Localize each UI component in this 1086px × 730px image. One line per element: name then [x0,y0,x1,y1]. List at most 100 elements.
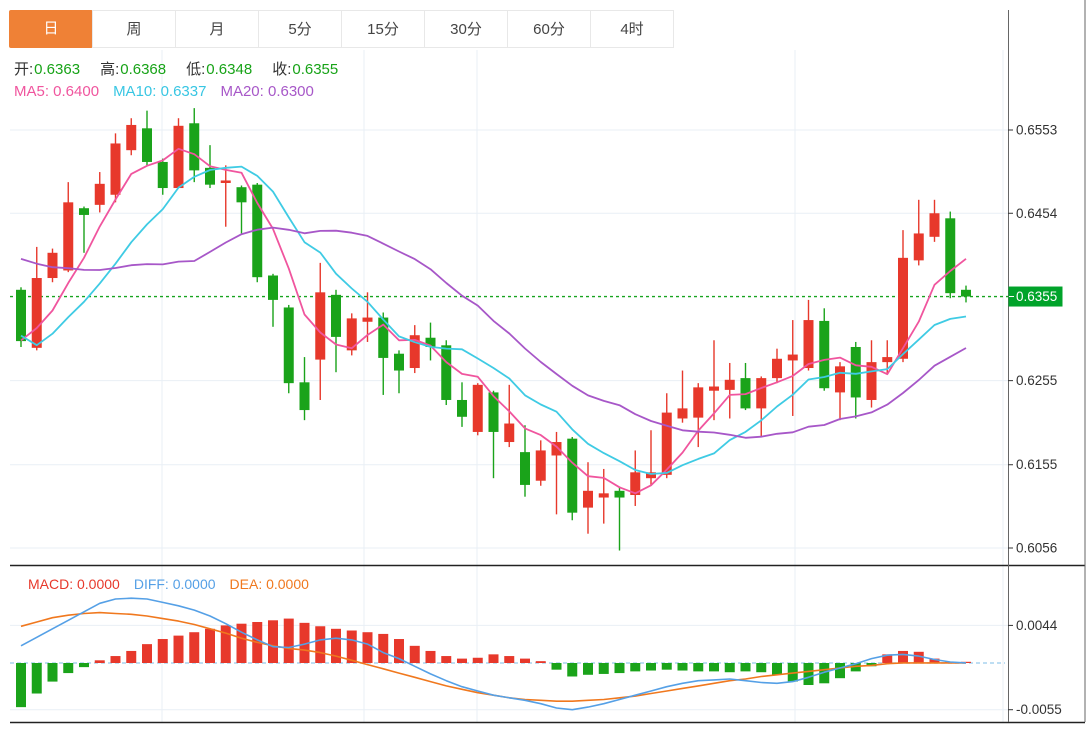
candle-body [709,387,719,391]
tab-month[interactable]: 月 [175,10,259,48]
tab-60min[interactable]: 60分 [507,10,591,48]
candle-body [520,452,530,485]
macd-readout: MACD: 0.0000 DIFF: 0.0000 DEA: 0.0000 [28,576,323,592]
macd-bar [678,663,688,671]
candle-body [48,253,58,278]
tab-15min[interactable]: 15分 [341,10,425,48]
macd-bar [552,663,562,670]
candle-body [126,125,136,150]
price-tick-label: 0.6255 [1016,373,1057,388]
candle-body [174,126,184,188]
macd-bar [221,625,231,663]
macd-bar [741,663,751,671]
candle-body [63,202,73,270]
macd-bar [189,632,199,663]
macd-bar [347,631,357,663]
tab-week[interactable]: 周 [92,10,176,48]
macd-bar [473,658,483,663]
candle-body [158,162,168,188]
ohlc-open: 开:0.6363 [14,61,86,78]
candle-body [142,128,152,162]
tab-30min[interactable]: 30分 [424,10,508,48]
price-tick-label: 0.6553 [1016,123,1057,138]
candle-body [945,218,955,293]
macd-bar [268,620,278,663]
macd-bar [520,659,530,663]
macd-bar [725,663,735,672]
candle-body [79,208,89,215]
period-tabs: 日周月5分15分30分60分4时 [10,10,674,48]
macd-bar [804,663,814,685]
macd-bar [567,663,577,676]
candle-body [882,357,892,362]
candle-body [536,450,546,480]
macd-bar [95,660,105,663]
macd-bar [126,651,136,663]
candle-body [441,345,451,400]
candle-body [599,493,609,497]
macd-bar [583,663,593,675]
ma20-readout: MA20: 0.6300 [220,83,313,100]
macd-bar [898,651,908,663]
macd-bar [32,663,42,694]
macd-bar [363,632,373,663]
macd-bar [693,663,703,671]
macd-tick-label: -0.0055 [1016,702,1062,717]
macd-bar [63,663,73,673]
candle-body [567,439,577,513]
macd-bar [536,661,546,663]
macd-readout: MACD: 0.0000 [28,576,120,592]
macd-bar [630,663,640,671]
macd-bar [457,659,467,663]
candle-body [237,187,247,202]
candle-body [504,424,514,443]
macd-bar [599,663,609,674]
tab-5min[interactable]: 5分 [258,10,342,48]
macd-bar [662,663,672,670]
candle-body [930,213,940,237]
ma-readout: MA5: 0.6400MA10: 0.6337MA20: 0.6300 [14,83,328,100]
macd-bar [331,629,341,663]
dea-readout: DEA: 0.0000 [230,576,309,592]
candle-body [315,292,325,359]
macd-bar [756,663,766,672]
macd-bar [205,629,215,663]
candle-body [583,491,593,508]
ohlc-readout: 开:0.6363高:0.6368低:0.6348收:0.6355 [14,58,358,79]
macd-bar [410,646,420,663]
candle-body [678,408,688,418]
candle-body [788,355,798,361]
candle-body [693,387,703,417]
candle-body [473,385,483,432]
macd-bar [79,663,89,667]
ohlc-close: 收:0.6355 [272,61,344,78]
tab-day[interactable]: 日 [9,10,93,48]
macd-bar [111,656,121,663]
candle-body [300,382,310,410]
price-tick-label: 0.6155 [1016,457,1057,472]
macd-bar [16,663,26,707]
ma5-readout: MA5: 0.6400 [14,83,99,100]
tab-4hour[interactable]: 4时 [590,10,674,48]
candle-body [221,180,231,183]
candlestick-chart[interactable]: 0.65530.64540.62550.61550.60560.0044-0.0… [0,0,1086,730]
candle-body [111,143,121,194]
diff-readout: DIFF: 0.0000 [134,576,216,592]
candle-body [772,359,782,378]
candle-body [914,233,924,260]
candle-body [961,290,971,297]
macd-tick-label: 0.0044 [1016,618,1058,633]
macd-bar [504,656,514,663]
candle-body [268,276,278,300]
macd-bar [489,654,499,663]
macd-bar [709,663,719,671]
candle-body [725,380,735,390]
macd-bar [174,636,184,663]
candle-body [32,278,42,348]
price-tick-label: 0.6056 [1016,541,1057,556]
candle-body [835,366,845,392]
macd-bar [284,619,294,663]
macd-bar [835,663,845,678]
macd-bar [426,651,436,663]
macd-bar [615,663,625,673]
